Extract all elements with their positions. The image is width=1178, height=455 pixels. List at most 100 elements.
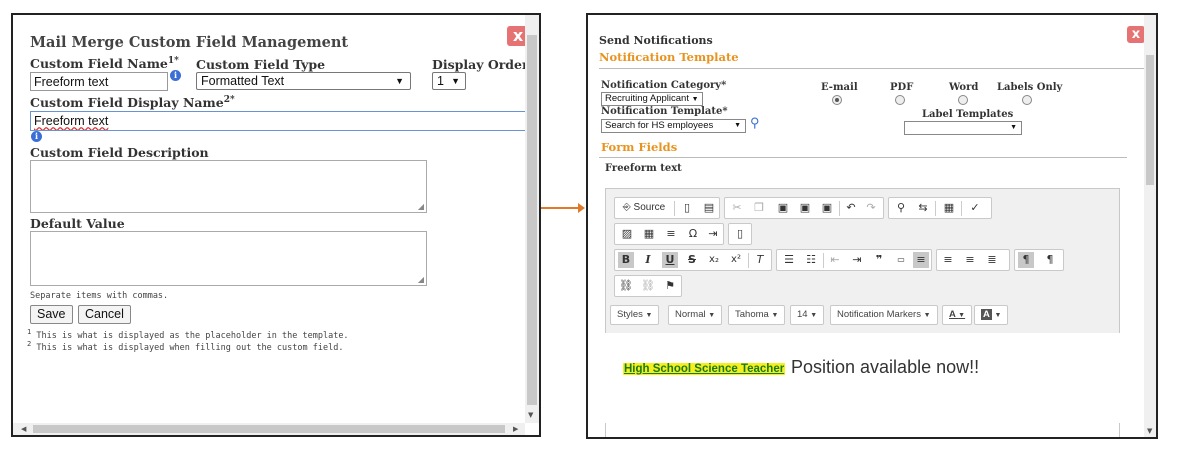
background-color-button[interactable]: A ▼ [974, 305, 1009, 325]
find-icon[interactable]: ⚲ [893, 200, 909, 216]
format-email-radio[interactable] [832, 95, 842, 105]
link-icon[interactable]: ⛓ [618, 278, 634, 294]
special-char-icon[interactable]: Ω [685, 226, 701, 242]
scroll-left-icon[interactable]: ◀ [21, 425, 26, 433]
vertical-scrollbar[interactable]: ▼ [525, 15, 539, 423]
outdent-icon[interactable]: ⇤ [827, 252, 843, 268]
toolbar-group-basic-styles: B I U S x₂ x² T [614, 249, 772, 271]
justify-icon[interactable]: ≣ [984, 252, 1000, 268]
div-container-icon[interactable]: ▭ [893, 252, 909, 268]
format-dropdown[interactable]: Normal ▼ [668, 305, 723, 325]
info-icon[interactable]: i [31, 131, 42, 142]
paste-word-icon[interactable]: ▣ [819, 200, 835, 216]
unlink-icon[interactable]: ⛓ [640, 278, 656, 294]
ltr-icon[interactable]: ¶ [1018, 252, 1034, 268]
scrollbar-thumb[interactable] [527, 35, 537, 405]
scroll-down-icon[interactable]: ▼ [528, 411, 533, 419]
custom-field-name-input[interactable]: Freeform text [30, 72, 168, 91]
editor-content[interactable]: High School Science Teacher Position ava… [605, 333, 1120, 423]
format-labels-label: Labels Only [997, 82, 1063, 93]
default-value-textarea[interactable]: ◢ [30, 231, 427, 286]
notification-markers-dropdown[interactable]: Notification Markers ▼ [830, 305, 938, 325]
anchor-flag-icon[interactable]: ⚑ [662, 278, 678, 294]
dropdown-arrow-icon: ▼ [708, 312, 716, 319]
category-select[interactable]: Recruiting Applicant ▼ [601, 92, 703, 106]
indent-icon[interactable]: ⇥ [849, 252, 865, 268]
notification-marker[interactable]: High School Science Teacher [623, 363, 786, 375]
dropdown-arrow-icon: ▼ [771, 312, 779, 319]
vertical-scrollbar[interactable]: ▼ [1144, 15, 1156, 437]
category-label: Notification Category* [601, 80, 727, 91]
text-color-button[interactable]: A ▼ [942, 305, 973, 325]
template-select[interactable]: Search for HS employees ▼ [601, 119, 746, 133]
font-dropdown[interactable]: Tahoma ▼ [728, 305, 786, 325]
scroll-down-icon[interactable]: ▼ [1147, 427, 1152, 435]
separate-note: Separate items with commas. [30, 291, 169, 301]
font-size-dropdown[interactable]: 14 ▼ [790, 305, 825, 325]
subscript-button[interactable]: x₂ [706, 252, 722, 268]
close-icon[interactable]: x [1127, 26, 1145, 43]
new-page-icon[interactable]: ▯ [679, 200, 695, 216]
dialog-title: Mail Merge Custom Field Management [30, 34, 349, 51]
display-name-input[interactable]: Freeform text [30, 111, 527, 131]
cancel-button[interactable]: Cancel [78, 305, 131, 324]
blockquote-icon[interactable]: ❞ [871, 252, 887, 268]
content-text: Position available now!! [791, 357, 980, 377]
resize-grip-icon[interactable]: ◢ [418, 275, 424, 284]
spellcheck-icon[interactable]: ✓ [967, 200, 983, 216]
toolbar-group-insert: ▨ ▦ ≡ Ω ⇥ [614, 223, 724, 245]
select-all-icon[interactable]: ▦ [941, 200, 957, 216]
scrollbar-thumb[interactable] [33, 425, 505, 433]
toolbar-separator [839, 201, 840, 216]
remove-format-icon[interactable]: T [752, 252, 768, 268]
format-labels-radio[interactable] [1022, 95, 1032, 105]
toolbar-group-document: ⎆ Source ▯ ▤ [614, 197, 720, 219]
notification-template-heading: Notification Template [599, 50, 739, 64]
undo-icon[interactable]: ↶ [843, 200, 859, 216]
align-right-icon[interactable]: ≡ [962, 252, 978, 268]
label-templates-select[interactable]: ▼ [904, 121, 1022, 135]
format-pdf-radio[interactable] [895, 95, 905, 105]
bulleted-list-icon[interactable]: ☷ [803, 252, 819, 268]
cut-icon[interactable]: ✂ [729, 200, 745, 216]
preview-icon[interactable]: ▤ [701, 200, 717, 216]
scroll-right-icon[interactable]: ▶ [513, 425, 518, 433]
display-order-select[interactable]: 1 ▼ [432, 72, 466, 90]
toolbar-group-clipboard: ✂ ❐ ▣ ▣ ▣ ↶ ↷ [724, 197, 884, 219]
page-break-icon[interactable]: ⇥ [705, 226, 721, 242]
strike-button[interactable]: S [684, 252, 700, 268]
dropdown-arrow-icon: ▼ [645, 312, 653, 319]
image-icon[interactable]: ▨ [619, 226, 635, 242]
styles-dropdown[interactable]: Styles ▼ [610, 305, 660, 325]
align-left-icon[interactable]: ≡ [913, 252, 929, 268]
horizontal-scrollbar[interactable]: ◀ ▶ [13, 423, 525, 435]
format-word-radio[interactable] [958, 95, 968, 105]
underline-button[interactable]: U [662, 252, 678, 268]
bold-button[interactable]: B [618, 252, 634, 268]
rtl-icon[interactable]: ¶ [1042, 252, 1058, 268]
italic-button[interactable]: I [640, 252, 656, 268]
replace-icon[interactable]: ⇆ [915, 200, 931, 216]
label-templates-label: Label Templates [922, 109, 1014, 120]
numbered-list-icon[interactable]: ☰ [781, 252, 797, 268]
save-button[interactable]: Save [30, 305, 73, 324]
redo-icon[interactable]: ↷ [863, 200, 879, 216]
info-icon[interactable]: i [170, 70, 181, 81]
custom-field-type-select[interactable]: Formatted Text ▼ [196, 72, 411, 90]
toolbar-group-forms: ▯ [728, 223, 752, 245]
source-button[interactable]: ⎆ Source [618, 200, 670, 216]
paste-text-icon[interactable]: ▣ [797, 200, 813, 216]
default-value-label: Default Value [30, 216, 125, 231]
scrollbar-thumb[interactable] [1146, 55, 1154, 185]
paste-icon[interactable]: ▣ [775, 200, 791, 216]
toolbar-group-links: ⛓ ⛓ ⚑ [614, 275, 682, 297]
resize-grip-icon[interactable]: ◢ [418, 202, 424, 211]
description-textarea[interactable]: ◢ [30, 160, 427, 213]
align-center-icon[interactable]: ≡ [940, 252, 956, 268]
copy-icon[interactable]: ❐ [751, 200, 767, 216]
search-icon[interactable]: ⚲ [750, 116, 760, 131]
form-field-icon[interactable]: ▯ [732, 226, 748, 242]
superscript-button[interactable]: x² [728, 252, 744, 268]
table-icon[interactable]: ▦ [641, 226, 657, 242]
horizontal-line-icon[interactable]: ≡ [663, 226, 679, 242]
